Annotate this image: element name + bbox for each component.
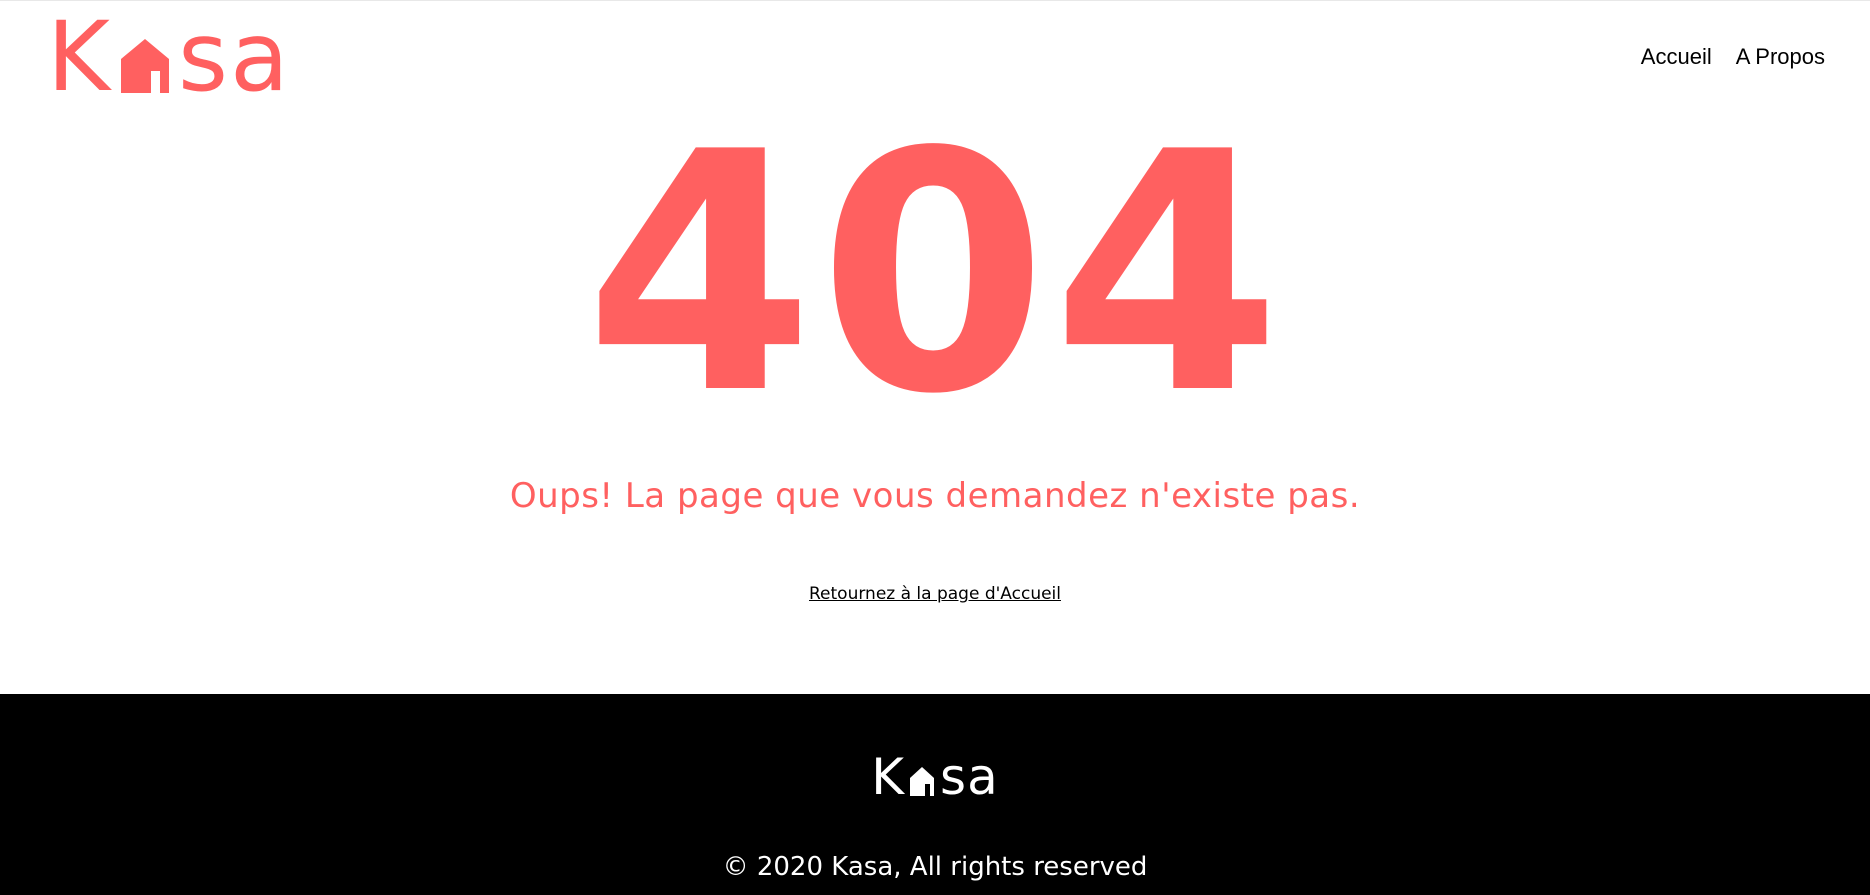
house-icon: [120, 38, 169, 93]
footer-logo-letter-k: K: [871, 748, 906, 806]
home-link-container: Retournez à la page d'Accueil: [0, 584, 1870, 604]
footer-logo: K sa: [0, 748, 1870, 806]
error-code: 404: [584, 82, 1286, 466]
logo-letters-sa: sa: [177, 1, 291, 113]
logo-letter-k: K: [47, 1, 112, 113]
nav-link-a-propos[interactable]: A Propos: [1736, 44, 1825, 70]
main-nav: Accueil A Propos: [1641, 44, 1825, 70]
page: K sa Accueil A Propos 404 Oups! La page …: [0, 0, 1870, 895]
back-home-link[interactable]: Retournez à la page d'Accueil: [809, 584, 1061, 604]
nav-link-accueil[interactable]: Accueil: [1641, 44, 1712, 70]
copyright-text: © 2020 Kasa, All rights reserved: [722, 852, 1148, 882]
error-message: Oups! La page que vous demandez n'existe…: [509, 476, 1361, 516]
footer: K sa © 2020 Kasa, All rights reserved: [0, 694, 1870, 895]
footer-logo-letters-sa: sa: [940, 748, 999, 806]
header-logo[interactable]: K sa: [47, 1, 291, 113]
footer-house-icon: [910, 766, 935, 796]
